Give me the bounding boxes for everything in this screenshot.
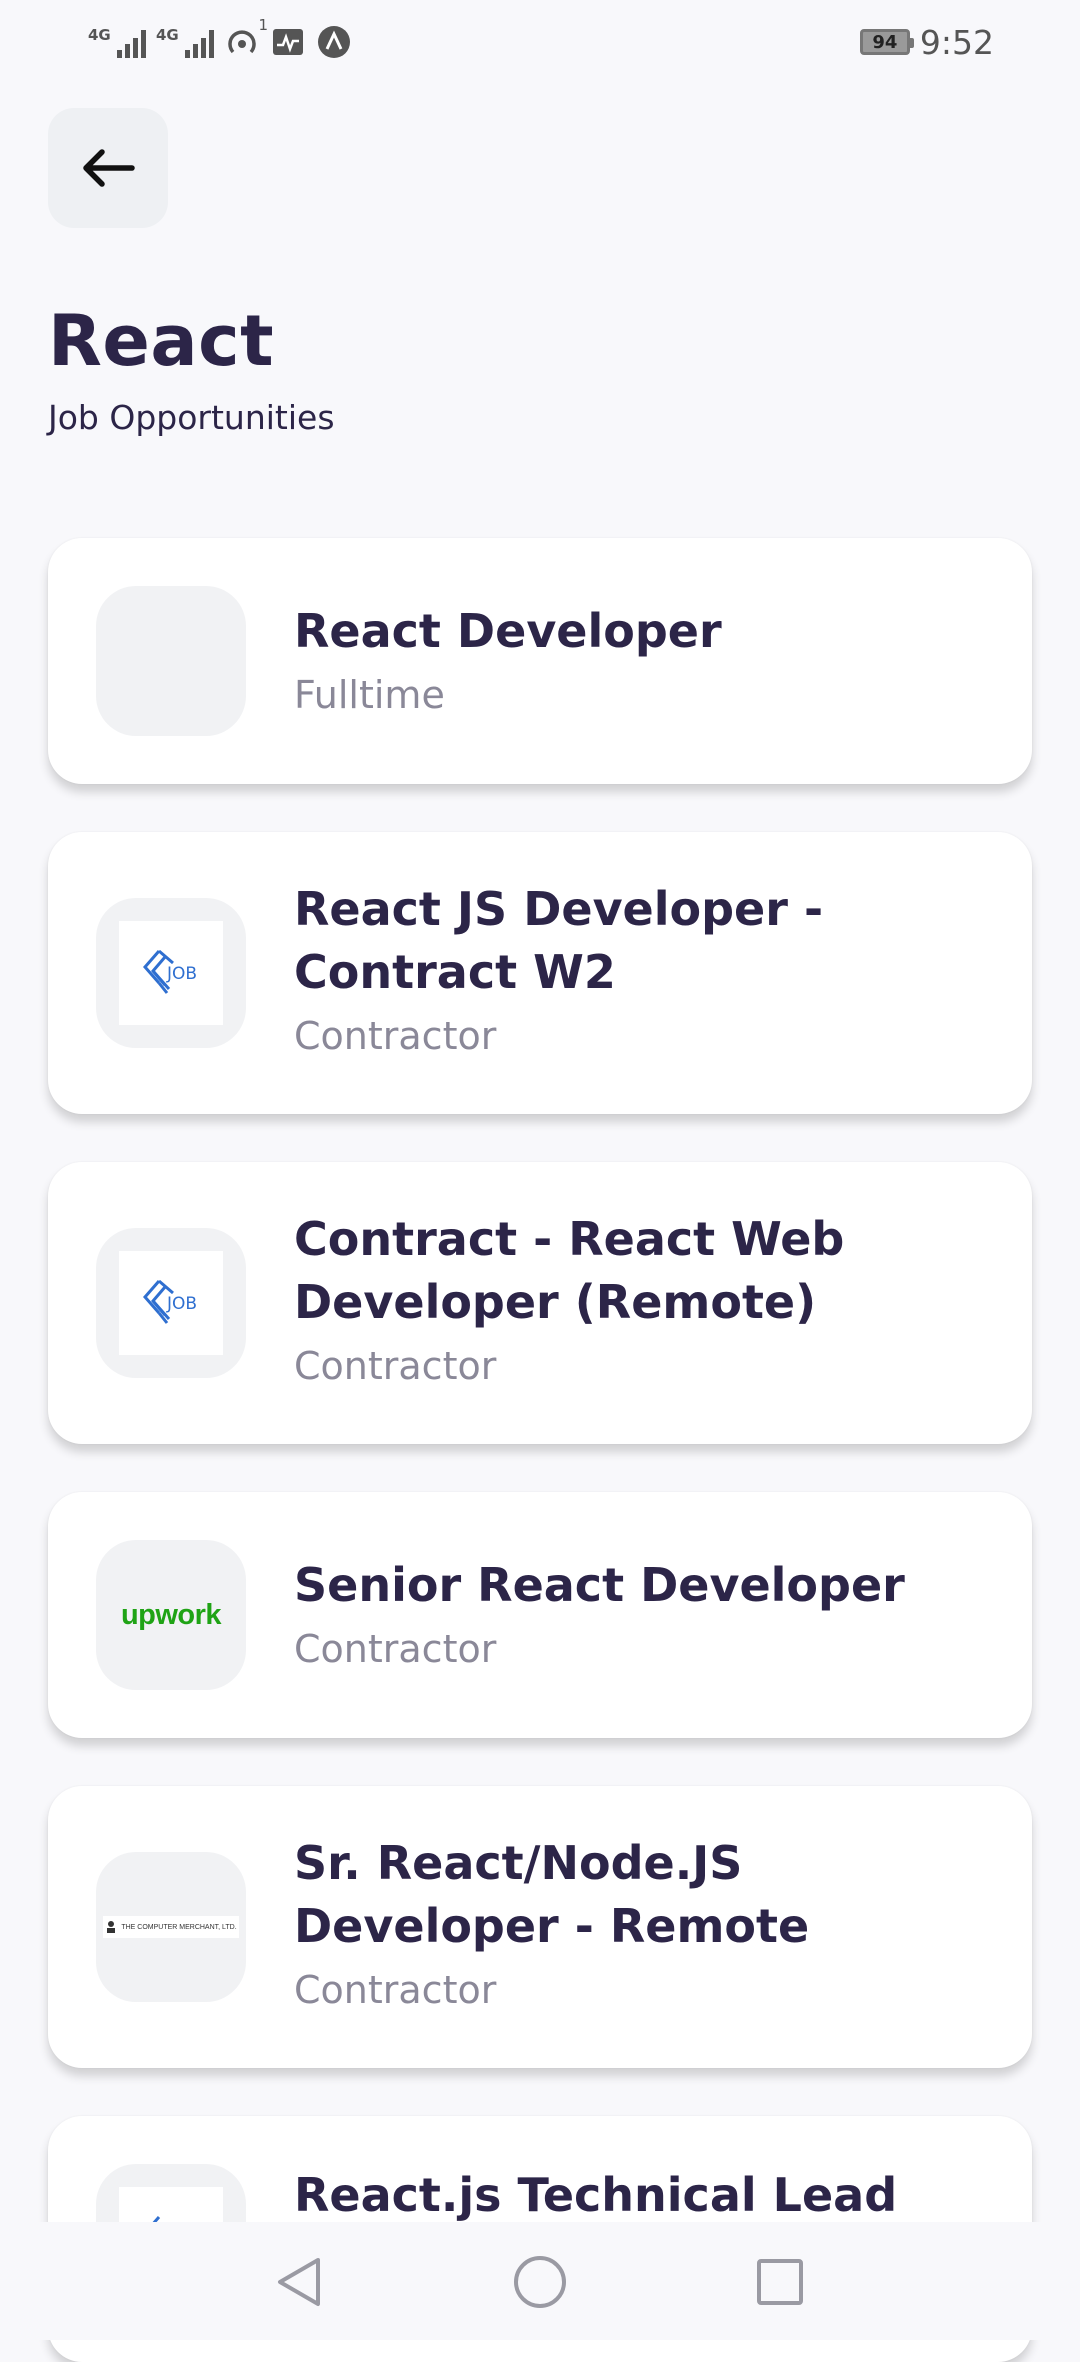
battery-icon: 94 <box>859 29 914 55</box>
nav-recents-button[interactable] <box>740 2242 820 2322</box>
company-logo <box>96 586 246 736</box>
job-type: Contractor <box>294 1968 497 2012</box>
nav-back-button[interactable] <box>260 2242 340 2322</box>
arrow-left-icon <box>83 149 135 187</box>
job-card[interactable]: JOB Contract - React Web Developer (Remo… <box>48 1162 1032 1444</box>
job-type: Contractor <box>294 1344 497 1388</box>
job-card[interactable]: upwork Senior React Developer Contractor <box>48 1492 1032 1738</box>
circle-home-icon <box>514 2256 566 2308</box>
job-type: Fulltime <box>294 673 445 717</box>
system-navigation-bar <box>0 2222 1080 2340</box>
status-bar: 4G 4G 1 94 9:52 <box>0 0 1080 84</box>
job-card[interactable]: THE COMPUTER MERCHANT, LTD. Sr. React/No… <box>48 1786 1032 2068</box>
job-card[interactable]: JOB React JS Developer - Contract W2 Con… <box>48 832 1032 1114</box>
status-left: 4G 4G 1 <box>88 16 352 66</box>
job-title: Contract - React Web Developer (Remote) <box>294 1212 845 1329</box>
network-type-label-2: 4G <box>156 26 179 44</box>
job-title: React JS Developer - Contract W2 <box>294 882 824 999</box>
page-subtitle: Job Opportunities <box>48 398 335 437</box>
square-recents-icon <box>757 2259 803 2305</box>
company-logo: upwork <box>96 1540 246 1690</box>
signal-strength-icon: 4G <box>88 22 146 62</box>
upwork-logo: upwork <box>120 1598 222 1631</box>
job-title: Sr. React/Node.JS Developer - Remote <box>294 1836 810 1953</box>
triangle-back-icon <box>278 2258 320 2306</box>
job-type: Contractor <box>294 1627 497 1671</box>
company-logo: JOB <box>96 898 246 1048</box>
battery-level: 94 <box>872 31 898 53</box>
job-logo-icon: JOB <box>119 921 223 1025</box>
svg-text:JOB: JOB <box>166 964 197 984</box>
company-logo: THE COMPUTER MERCHANT, LTD. <box>96 1852 246 2002</box>
page-title: React <box>48 300 275 382</box>
job-logo-icon: JOB <box>119 1251 223 1355</box>
network-type-label: 4G <box>88 26 111 44</box>
svg-text:JOB: JOB <box>166 1294 197 1314</box>
logo-text: THE COMPUTER MERCHANT, LTD. <box>121 1923 237 1931</box>
job-type: Contractor <box>294 1014 497 1058</box>
clock: 9:52 <box>919 22 994 62</box>
nav-home-button[interactable] <box>500 2242 580 2322</box>
job-title: React Developer <box>294 604 722 658</box>
back-button[interactable] <box>48 108 168 228</box>
job-title: Senior React Developer <box>294 1558 905 1612</box>
job-card[interactable]: React Developer Fulltime <box>48 538 1032 784</box>
company-logo: JOB <box>96 1228 246 1378</box>
hotspot-count: 1 <box>258 16 268 34</box>
app-notification-icon <box>316 24 352 60</box>
activity-icon <box>270 24 306 60</box>
status-right: 94 9:52 <box>859 18 994 66</box>
computer-merchant-logo: THE COMPUTER MERCHANT, LTD. <box>103 1916 239 1938</box>
signal-strength-icon-2: 4G <box>156 22 214 62</box>
job-title: React.js Technical Lead <box>294 2168 898 2222</box>
hotspot-icon: 1 <box>224 16 268 60</box>
